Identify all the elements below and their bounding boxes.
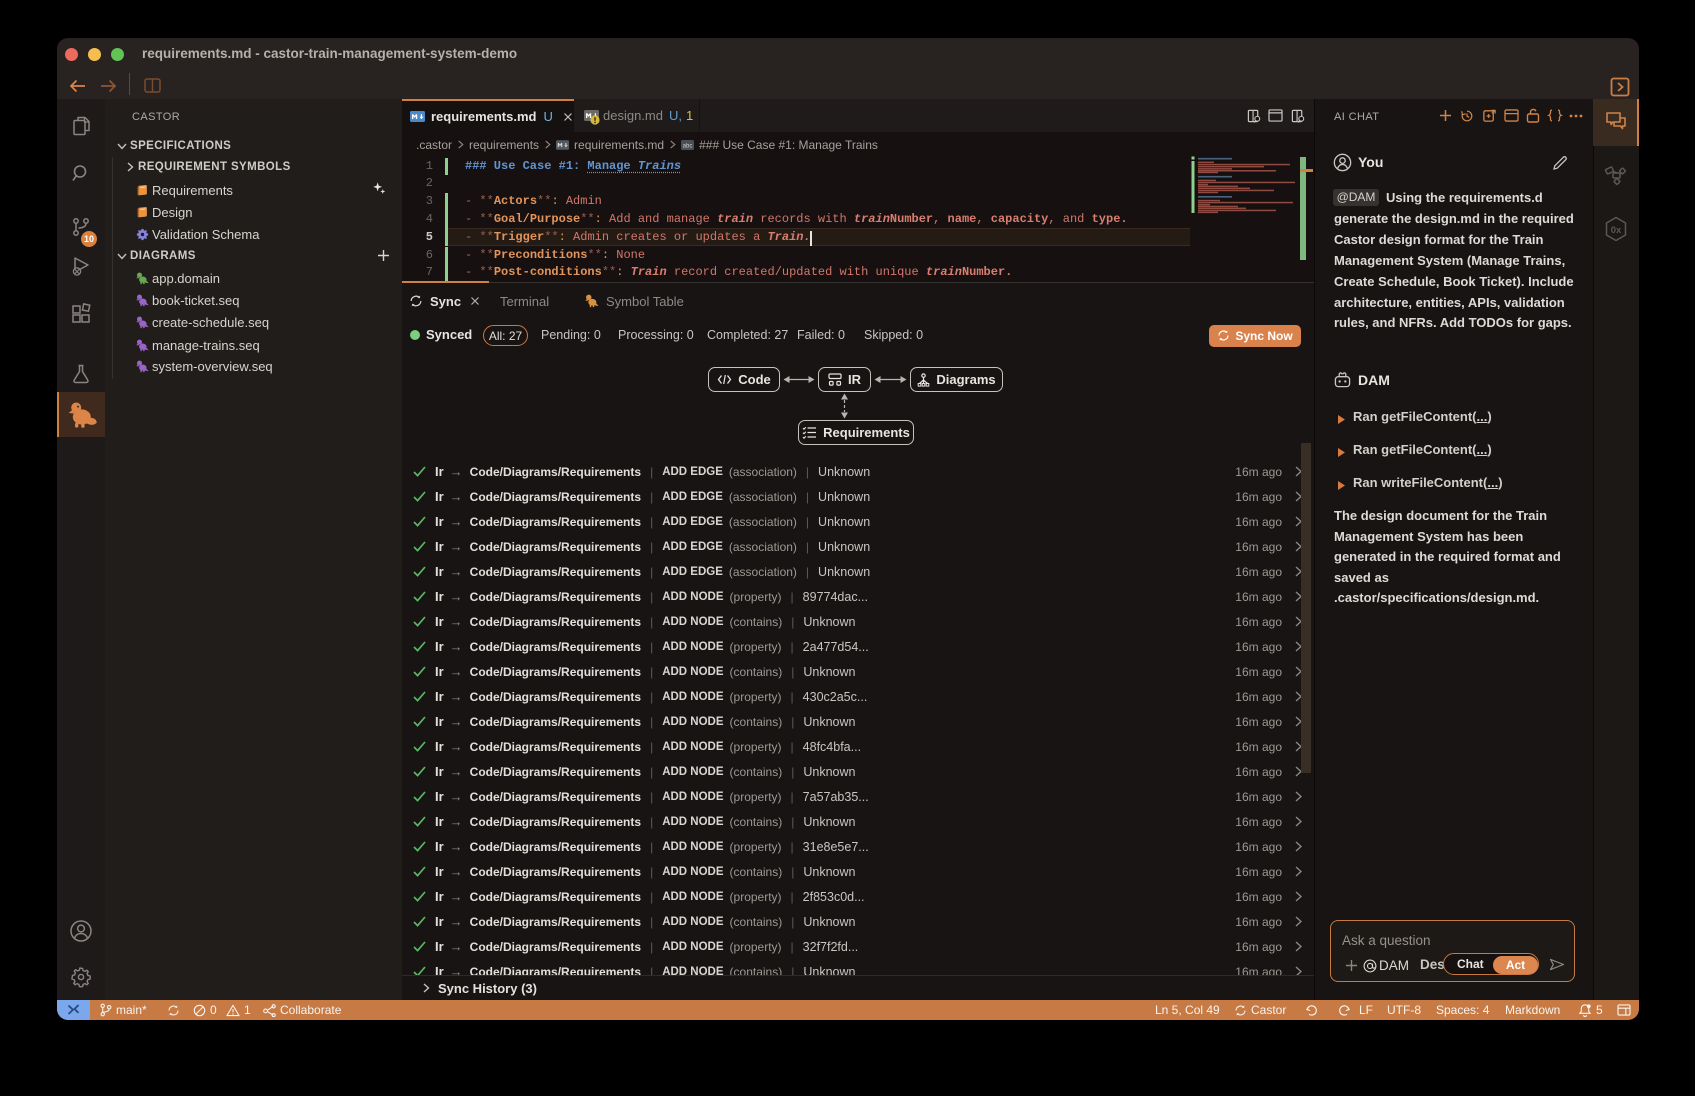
svg-text:abc: abc xyxy=(683,144,693,150)
svg-text:0x: 0x xyxy=(1611,225,1622,236)
